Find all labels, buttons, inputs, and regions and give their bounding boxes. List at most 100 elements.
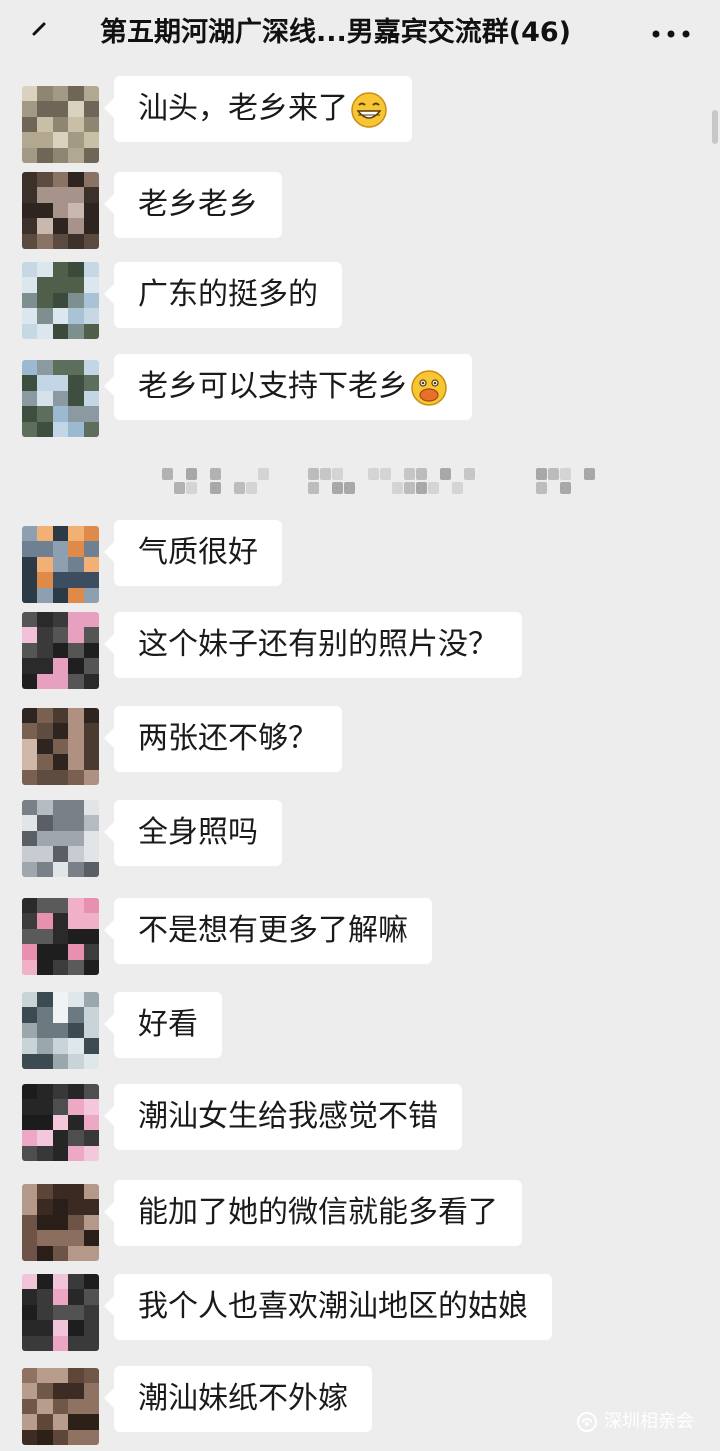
avatar-pixel — [68, 1099, 84, 1115]
avatar[interactable] — [22, 1368, 99, 1445]
avatar-pixel — [68, 172, 84, 188]
avatar-pixel — [37, 202, 53, 219]
avatar-pixel — [22, 1429, 38, 1445]
avatar-pixel — [83, 1214, 99, 1231]
avatar-pixel — [22, 959, 38, 975]
avatar-pixel — [83, 723, 99, 739]
message-bubble[interactable]: 广东的挺多的 — [104, 262, 342, 328]
avatar-pixel — [52, 1099, 69, 1115]
avatar-pixel — [52, 738, 69, 755]
avatar-pixel — [68, 1184, 84, 1200]
avatar-pixel — [22, 861, 38, 877]
avatar-pixel — [83, 1383, 99, 1399]
avatar-pixel — [22, 1289, 38, 1305]
message-bubble[interactable]: 潮汕女生给我感觉不错 — [104, 1084, 462, 1150]
avatar-pixel — [83, 233, 99, 249]
message-bubble[interactable]: 好看 — [104, 992, 222, 1058]
avatar-pixel — [83, 526, 99, 542]
message-bubble[interactable]: 全身照吗 — [104, 800, 282, 866]
avatar-pixel — [83, 587, 99, 603]
avatar-pixel — [37, 172, 53, 188]
message-bubble[interactable]: 老乡可以支持下老乡 — [104, 354, 472, 420]
avatar[interactable] — [22, 262, 99, 339]
avatar-pixel — [68, 992, 84, 1008]
avatar-pixel — [68, 375, 84, 391]
avatar-pixel — [83, 800, 99, 816]
message-bubble[interactable]: 老乡老乡 — [104, 172, 282, 238]
avatar-pixel — [37, 1007, 53, 1023]
avatar-pixel — [22, 846, 38, 862]
avatar-pixel — [68, 1368, 84, 1384]
avatar-pixel — [83, 1114, 99, 1131]
avatar-pixel — [68, 658, 84, 674]
avatar-pixel — [83, 944, 99, 960]
avatar-pixel — [37, 846, 53, 862]
avatar[interactable] — [22, 172, 99, 249]
avatar-pixel — [52, 587, 69, 603]
message-bubble[interactable]: 气质很好 — [104, 520, 282, 586]
avatar-pixel — [37, 86, 53, 102]
avatar-pixel — [83, 1022, 99, 1039]
avatar-pixel — [83, 1414, 99, 1430]
avatar-pixel — [52, 815, 69, 831]
message-bubble[interactable]: 能加了她的微信就能多看了 — [104, 1180, 522, 1246]
avatar-pixel — [37, 526, 53, 542]
avatar-pixel — [37, 147, 53, 163]
message-bubble[interactable]: 这个妹子还有别的照片没？ — [104, 612, 522, 678]
avatar-pixel — [83, 846, 99, 862]
avatar-pixel — [22, 673, 38, 689]
avatar[interactable] — [22, 800, 99, 877]
avatar-pixel — [22, 292, 38, 309]
avatar-pixel — [68, 292, 84, 309]
avatar-pixel — [68, 406, 84, 422]
avatar-pixel — [83, 898, 99, 914]
avatar-pixel — [68, 627, 84, 643]
blur-block — [440, 468, 451, 480]
avatar-pixel — [22, 627, 38, 643]
avatar-pixel — [37, 1335, 53, 1351]
avatar[interactable] — [22, 1274, 99, 1351]
message-bubble[interactable]: 汕头，老乡来了 — [104, 76, 412, 142]
avatar-pixel — [68, 830, 84, 847]
avatar-pixel — [52, 1053, 69, 1069]
avatar-pixel — [68, 1038, 84, 1054]
avatar-pixel — [68, 928, 84, 945]
avatar-pixel — [52, 658, 69, 674]
avatar-pixel — [52, 101, 69, 117]
avatar-pixel — [22, 1007, 38, 1023]
avatar[interactable] — [22, 992, 99, 1069]
avatar[interactable] — [22, 1184, 99, 1261]
avatar-pixel — [52, 202, 69, 219]
avatar[interactable] — [22, 526, 99, 603]
blur-block — [320, 468, 331, 480]
message-bubble[interactable]: 不是想有更多了解嘛 — [104, 898, 432, 964]
message-text: 广东的挺多的 — [138, 277, 318, 312]
avatar-pixel — [83, 1274, 99, 1290]
avatar[interactable] — [22, 360, 99, 437]
avatar-pixel — [83, 390, 99, 407]
message-text: 潮汕女生给我感觉不错 — [138, 1099, 438, 1134]
avatar-pixel — [22, 612, 38, 628]
message-bubble[interactable]: 潮汕妹纸不外嫁 — [104, 1366, 372, 1432]
message-text: 能加了她的微信就能多看了 — [138, 1195, 498, 1230]
avatar-pixel — [68, 1130, 84, 1146]
avatar[interactable] — [22, 708, 99, 785]
avatar-pixel — [68, 738, 84, 755]
message-bubble[interactable]: 两张还不够？ — [104, 706, 342, 772]
avatar[interactable] — [22, 1084, 99, 1161]
avatar-pixel — [68, 308, 84, 324]
message-bubble[interactable]: 我个人也喜欢潮汕地区的姑娘 — [104, 1274, 552, 1340]
avatar-pixel — [52, 1114, 69, 1131]
avatar[interactable] — [22, 898, 99, 975]
avatar[interactable] — [22, 612, 99, 689]
avatar-pixel — [83, 187, 99, 203]
blur-block — [186, 482, 197, 494]
avatar-pixel — [83, 1184, 99, 1200]
avatar-pixel — [52, 1022, 69, 1039]
avatar-pixel — [22, 769, 38, 785]
avatar-pixel — [83, 1245, 99, 1261]
avatar-pixel — [37, 572, 53, 588]
avatar-pixel — [22, 1383, 38, 1399]
avatar-pixel — [22, 708, 38, 724]
avatar[interactable] — [22, 86, 99, 163]
